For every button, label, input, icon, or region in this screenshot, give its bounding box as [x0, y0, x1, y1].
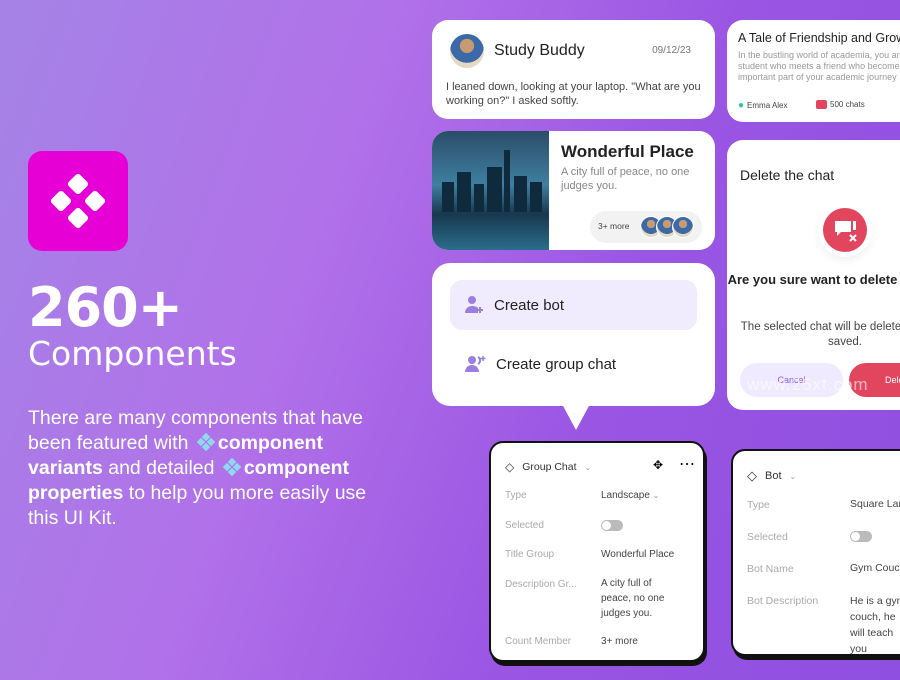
count-member-value[interactable]: 3+ more [601, 634, 638, 649]
menu-item-label: Create bot [494, 296, 565, 314]
city-image [432, 131, 549, 250]
component-property-icon [222, 458, 241, 476]
bot-description-value[interactable]: He is a gym couch, he will teach you [850, 593, 900, 657]
member-count: 3+ more [598, 221, 630, 231]
member-avatar [672, 216, 694, 238]
components-icon [50, 173, 106, 229]
bot-properties-panel: ◇ Bot ⌄ Type Square Landscape Selected Bot… [731, 449, 900, 656]
app-logo [28, 151, 128, 251]
panel-header: ◇ Bot ⌄ [747, 468, 796, 484]
user-plus-icon [465, 296, 483, 313]
story-chats: 500 chats [816, 100, 865, 109]
chat-date: 09/12/23 [652, 45, 691, 56]
users-plus-icon [465, 356, 486, 372]
text: and detailed [108, 457, 215, 479]
more-options-icon[interactable]: ⋯ [679, 454, 696, 474]
line: student who meets a friend who becomes a… [738, 61, 900, 71]
type-value: Landscape [601, 490, 650, 501]
chat-bubbles-icon [816, 100, 827, 109]
story-title: A Tale of Friendship and Growth [738, 31, 900, 45]
dialog-question: Are you sure want to delete this chat? [727, 272, 900, 287]
component-instance-icon: ◇ [505, 460, 515, 474]
component-variant-icon [196, 433, 215, 451]
title-group-value[interactable]: Wonderful Place [601, 547, 674, 562]
menu-pointer [562, 404, 590, 430]
property-label: Type [747, 499, 770, 511]
selected-toggle[interactable] [601, 520, 623, 531]
component-count: 260+ [28, 276, 183, 339]
chevron-down-icon[interactable]: ⌄ [585, 463, 592, 472]
selected-toggle[interactable] [850, 531, 872, 542]
hero-title: Components [28, 334, 237, 373]
property-label: Bot Description [747, 595, 819, 607]
type-value[interactable]: Square Landscape [850, 497, 900, 512]
story-card[interactable]: A Tale of Friendship and Growth In the b… [727, 20, 900, 122]
component-instance-icon: ◇ [747, 468, 757, 483]
author-name: Emma Alex [747, 101, 788, 110]
panel-title[interactable]: Bot [765, 470, 782, 482]
avatar [450, 34, 484, 68]
user-icon: ● [738, 100, 745, 111]
group-description: A city full of peace, no one judges you. [561, 166, 690, 192]
go-to-main-component-icon[interactable]: ✥ [653, 458, 663, 472]
group-card[interactable]: Wonderful Place A city full of peace, no… [432, 131, 715, 250]
property-label: Count Member [505, 636, 572, 647]
chat-count: 500 chats [830, 100, 865, 109]
line: In the bustling world of academia, you a… [738, 50, 900, 60]
hero-description: There are many components that have been… [28, 406, 398, 531]
menu-item-create-group-chat[interactable]: Create group chat [450, 339, 697, 389]
chat-card[interactable]: Study Buddy 09/12/23 I leaned down, look… [432, 20, 715, 119]
panel-title[interactable]: Group Chat [522, 461, 576, 473]
dialog-message: The selected chat will be deleted and no… [740, 321, 900, 348]
line: important part of your academic journey [738, 72, 897, 82]
members-pill[interactable]: 3+ more [590, 211, 702, 243]
property-label: Bot Name [747, 563, 794, 575]
watermark: www.25xt.com [747, 375, 869, 394]
group-chat-properties-panel: ◇ Group Chat ⌄ ✥ ⋯ Type Landscape ⌄ Select… [489, 441, 705, 662]
create-menu: Create bot Create group chat [432, 263, 715, 406]
property-label: Selected [747, 531, 788, 543]
property-label: Title Group [505, 549, 555, 560]
delete-chat-icon [823, 208, 867, 252]
group-title: Wonderful Place [561, 142, 694, 161]
type-select[interactable]: Landscape ⌄ [601, 488, 659, 503]
delete-dialog: Delete the chat Are you sure want to del… [727, 140, 900, 410]
chat-name: Study Buddy [494, 42, 585, 59]
story-description: In the bustling world of academia, you a… [738, 50, 900, 83]
menu-item-create-bot[interactable]: Create bot [450, 280, 697, 330]
chevron-down-icon[interactable]: ⌄ [790, 472, 797, 481]
property-label: Description Gr... [505, 579, 577, 590]
menu-item-label: Create group chat [496, 355, 617, 373]
description-value[interactable]: A city full of peace, no one judges you. [601, 576, 681, 621]
story-author: ● Emma Alex [738, 100, 788, 111]
chevron-down-icon: ⌄ [652, 491, 660, 500]
chat-message: I leaned down, looking at your laptop. "… [446, 81, 701, 107]
dialog-title: Delete the chat [740, 167, 835, 183]
panel-header: ◇ Group Chat ⌄ [505, 460, 591, 474]
bot-name-value[interactable]: Gym Couch [850, 561, 900, 576]
property-label: Selected [505, 520, 544, 531]
property-label: Type [505, 490, 527, 501]
